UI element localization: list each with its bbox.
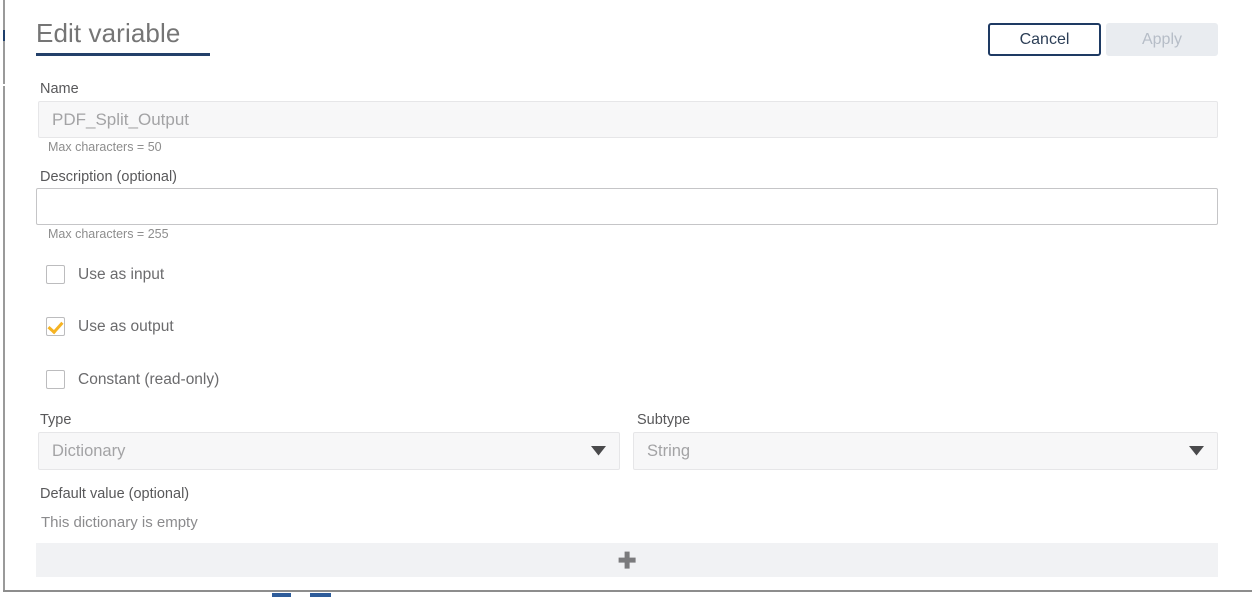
page-title-underline xyxy=(36,53,210,56)
page-title: Edit variable xyxy=(36,18,180,49)
description-input[interactable] xyxy=(36,188,1218,225)
name-label: Name xyxy=(40,81,79,97)
chevron-down-icon xyxy=(585,446,611,456)
type-dropdown[interactable]: Dictionary xyxy=(38,432,620,470)
checkbox-use-as-input[interactable]: Use as input xyxy=(46,265,164,284)
checkbox-label-use-as-output: Use as output xyxy=(78,318,174,336)
panel-bottom-border xyxy=(3,590,1252,592)
checkbox-label-constant-read-only: Constant (read-only) xyxy=(78,371,219,389)
background-tab-indicator-2 xyxy=(310,593,331,597)
checkbox-constant-read-only[interactable]: Constant (read-only) xyxy=(46,370,219,389)
add-entry-button[interactable] xyxy=(36,543,1218,577)
subtype-dropdown-value: String xyxy=(634,442,1183,461)
checkbox-box-use-as-input[interactable] xyxy=(46,265,65,284)
edit-variable-screen: Edit variable Cancel Apply Name PDF_Spli… xyxy=(0,0,1252,600)
subtype-label: Subtype xyxy=(637,412,690,428)
type-label: Type xyxy=(40,412,71,428)
background-tab-indicator-1 xyxy=(272,593,291,597)
plus-icon xyxy=(616,549,638,571)
description-hint: Max characters = 255 xyxy=(48,227,169,241)
type-dropdown-value: Dictionary xyxy=(39,442,585,461)
name-input[interactable]: PDF_Split_Output xyxy=(38,101,1218,138)
chevron-down-icon xyxy=(1183,446,1209,456)
name-hint: Max characters = 50 xyxy=(48,140,162,154)
description-label: Description (optional) xyxy=(40,169,177,185)
checkbox-box-constant-read-only[interactable] xyxy=(46,370,65,389)
checkbox-box-use-as-output[interactable] xyxy=(46,317,65,336)
apply-button: Apply xyxy=(1106,23,1218,56)
dictionary-empty-message: This dictionary is empty xyxy=(41,514,198,531)
default-value-label: Default value (optional) xyxy=(40,486,189,502)
subtype-dropdown[interactable]: String xyxy=(633,432,1218,470)
cancel-button[interactable]: Cancel xyxy=(988,23,1101,56)
checkbox-label-use-as-input: Use as input xyxy=(78,266,164,284)
edit-variable-panel: Edit variable Cancel Apply Name PDF_Spli… xyxy=(0,0,1252,590)
checkbox-use-as-output[interactable]: Use as output xyxy=(46,317,174,336)
